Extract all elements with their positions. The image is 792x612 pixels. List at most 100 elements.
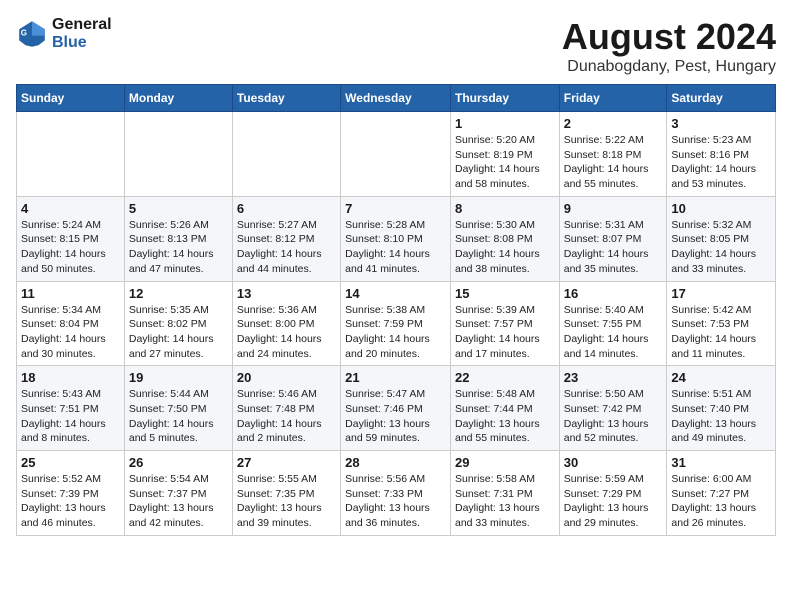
svg-text:G: G (21, 29, 27, 38)
logo-icon: G (16, 18, 48, 50)
calendar-cell: 20 Sunrise: 5:46 AM Sunset: 7:48 PM Dayli… (232, 366, 340, 451)
day-number: 26 (129, 455, 228, 470)
title-block: August 2024 Dunabogdany, Pest, Hungary (562, 16, 776, 76)
day-number: 1 (455, 116, 555, 131)
calendar-week-row: 18Sunrise: 5:43 AM Sunset: 7:51 PM Dayli… (17, 366, 776, 451)
day-info: Sunrise: 5:51 AM Sunset: 7:40 PM Dayligh… (671, 387, 771, 446)
day-info: Sunrise: 5:46 AM Sunset: 7:48 PM Dayligh… (237, 387, 336, 446)
day-info: Sunrise: 5:52 AM Sunset: 7:39 PM Dayligh… (21, 472, 120, 531)
calendar-cell: 19 Sunrise: 5:44 AM Sunset: 7:50 PM Dayli… (124, 366, 232, 451)
page-header: G General Blue August 2024 Dunabogdany, … (16, 16, 776, 76)
day-number: 8 (455, 201, 555, 216)
calendar-cell (17, 112, 125, 197)
calendar-cell: 26 Sunrise: 5:54 AM Sunset: 7:37 PM Dayli… (124, 451, 232, 536)
day-info: Sunrise: 6:00 AM Sunset: 7:27 PM Dayligh… (671, 472, 771, 531)
day-number: 5 (129, 201, 228, 216)
day-number: 31 (671, 455, 771, 470)
calendar-cell: 13 Sunrise: 5:36 AM Sunset: 8:00 PM Dayli… (232, 281, 340, 366)
day-info: Sunrise: 5:34 AM Sunset: 8:04 PM Dayligh… (21, 303, 120, 362)
day-info: Sunrise: 5:26 AM Sunset: 8:13 PM Dayligh… (129, 218, 228, 277)
calendar-cell: 31 Sunrise: 6:00 AM Sunset: 7:27 PM Dayli… (667, 451, 776, 536)
day-number: 13 (237, 286, 336, 301)
calendar-cell: 23 Sunrise: 5:50 AM Sunset: 7:42 PM Dayli… (559, 366, 667, 451)
calendar-cell: 4Sunrise: 5:24 AM Sunset: 8:15 PM Daylig… (17, 196, 125, 281)
weekday-header: Friday (559, 85, 667, 112)
day-number: 20 (237, 370, 336, 385)
day-info: Sunrise: 5:20 AM Sunset: 8:19 PM Dayligh… (455, 133, 555, 192)
weekday-header: Thursday (450, 85, 559, 112)
day-number: 6 (237, 201, 336, 216)
day-number: 21 (345, 370, 446, 385)
logo-text: General Blue (52, 16, 112, 52)
calendar-cell (124, 112, 232, 197)
day-info: Sunrise: 5:48 AM Sunset: 7:44 PM Dayligh… (455, 387, 555, 446)
weekday-header: Sunday (17, 85, 125, 112)
day-info: Sunrise: 5:24 AM Sunset: 8:15 PM Dayligh… (21, 218, 120, 277)
day-info: Sunrise: 5:27 AM Sunset: 8:12 PM Dayligh… (237, 218, 336, 277)
calendar-cell: 21 Sunrise: 5:47 AM Sunset: 7:46 PM Dayli… (341, 366, 451, 451)
day-info: Sunrise: 5:23 AM Sunset: 8:16 PM Dayligh… (671, 133, 771, 192)
calendar-cell: 1 Sunrise: 5:20 AM Sunset: 8:19 PM Daylig… (450, 112, 559, 197)
calendar-cell (341, 112, 451, 197)
calendar-cell: 14 Sunrise: 5:38 AM Sunset: 7:59 PM Dayli… (341, 281, 451, 366)
day-number: 16 (564, 286, 663, 301)
day-info: Sunrise: 5:56 AM Sunset: 7:33 PM Dayligh… (345, 472, 446, 531)
logo: G General Blue (16, 16, 112, 52)
weekday-header: Tuesday (232, 85, 340, 112)
day-number: 22 (455, 370, 555, 385)
day-info: Sunrise: 5:55 AM Sunset: 7:35 PM Dayligh… (237, 472, 336, 531)
day-number: 19 (129, 370, 228, 385)
day-info: Sunrise: 5:36 AM Sunset: 8:00 PM Dayligh… (237, 303, 336, 362)
day-info: Sunrise: 5:32 AM Sunset: 8:05 PM Dayligh… (671, 218, 771, 277)
day-info: Sunrise: 5:39 AM Sunset: 7:57 PM Dayligh… (455, 303, 555, 362)
day-info: Sunrise: 5:44 AM Sunset: 7:50 PM Dayligh… (129, 387, 228, 446)
calendar-cell: 10 Sunrise: 5:32 AM Sunset: 8:05 PM Dayli… (667, 196, 776, 281)
calendar-cell: 5 Sunrise: 5:26 AM Sunset: 8:13 PM Daylig… (124, 196, 232, 281)
day-info: Sunrise: 5:47 AM Sunset: 7:46 PM Dayligh… (345, 387, 446, 446)
calendar-cell: 9 Sunrise: 5:31 AM Sunset: 8:07 PM Daylig… (559, 196, 667, 281)
day-info: Sunrise: 5:54 AM Sunset: 7:37 PM Dayligh… (129, 472, 228, 531)
day-number: 7 (345, 201, 446, 216)
day-number: 30 (564, 455, 663, 470)
day-number: 11 (21, 286, 120, 301)
day-info: Sunrise: 5:22 AM Sunset: 8:18 PM Dayligh… (564, 133, 663, 192)
day-number: 28 (345, 455, 446, 470)
calendar-cell: 17 Sunrise: 5:42 AM Sunset: 7:53 PM Dayli… (667, 281, 776, 366)
weekday-header: Saturday (667, 85, 776, 112)
calendar-cell: 18Sunrise: 5:43 AM Sunset: 7:51 PM Dayli… (17, 366, 125, 451)
day-number: 3 (671, 116, 771, 131)
day-info: Sunrise: 5:31 AM Sunset: 8:07 PM Dayligh… (564, 218, 663, 277)
weekday-header-row: SundayMondayTuesdayWednesdayThursdayFrid… (17, 85, 776, 112)
day-number: 9 (564, 201, 663, 216)
day-info: Sunrise: 5:58 AM Sunset: 7:31 PM Dayligh… (455, 472, 555, 531)
calendar-cell (232, 112, 340, 197)
calendar-cell: 7Sunrise: 5:28 AM Sunset: 8:10 PM Daylig… (341, 196, 451, 281)
day-number: 23 (564, 370, 663, 385)
day-number: 24 (671, 370, 771, 385)
calendar-cell: 11 Sunrise: 5:34 AM Sunset: 8:04 PM Dayli… (17, 281, 125, 366)
day-info: Sunrise: 5:42 AM Sunset: 7:53 PM Dayligh… (671, 303, 771, 362)
day-number: 27 (237, 455, 336, 470)
calendar-week-row: 4Sunrise: 5:24 AM Sunset: 8:15 PM Daylig… (17, 196, 776, 281)
calendar-week-row: 25Sunrise: 5:52 AM Sunset: 7:39 PM Dayli… (17, 451, 776, 536)
calendar-week-row: 1 Sunrise: 5:20 AM Sunset: 8:19 PM Daylig… (17, 112, 776, 197)
calendar-cell: 3 Sunrise: 5:23 AM Sunset: 8:16 PM Daylig… (667, 112, 776, 197)
weekday-header: Wednesday (341, 85, 451, 112)
day-info: Sunrise: 5:38 AM Sunset: 7:59 PM Dayligh… (345, 303, 446, 362)
day-info: Sunrise: 5:50 AM Sunset: 7:42 PM Dayligh… (564, 387, 663, 446)
day-info: Sunrise: 5:35 AM Sunset: 8:02 PM Dayligh… (129, 303, 228, 362)
calendar-cell: 30Sunrise: 5:59 AM Sunset: 7:29 PM Dayli… (559, 451, 667, 536)
calendar-cell: 2 Sunrise: 5:22 AM Sunset: 8:18 PM Daylig… (559, 112, 667, 197)
day-number: 14 (345, 286, 446, 301)
calendar-cell: 29Sunrise: 5:58 AM Sunset: 7:31 PM Dayli… (450, 451, 559, 536)
day-number: 2 (564, 116, 663, 131)
calendar-cell: 24 Sunrise: 5:51 AM Sunset: 7:40 PM Dayli… (667, 366, 776, 451)
calendar-cell: 22 Sunrise: 5:48 AM Sunset: 7:44 PM Dayli… (450, 366, 559, 451)
day-number: 10 (671, 201, 771, 216)
day-number: 12 (129, 286, 228, 301)
day-number: 17 (671, 286, 771, 301)
calendar-cell: 8Sunrise: 5:30 AM Sunset: 8:08 PM Daylig… (450, 196, 559, 281)
calendar-cell: 15Sunrise: 5:39 AM Sunset: 7:57 PM Dayli… (450, 281, 559, 366)
calendar-cell: 6 Sunrise: 5:27 AM Sunset: 8:12 PM Daylig… (232, 196, 340, 281)
day-info: Sunrise: 5:43 AM Sunset: 7:51 PM Dayligh… (21, 387, 120, 446)
